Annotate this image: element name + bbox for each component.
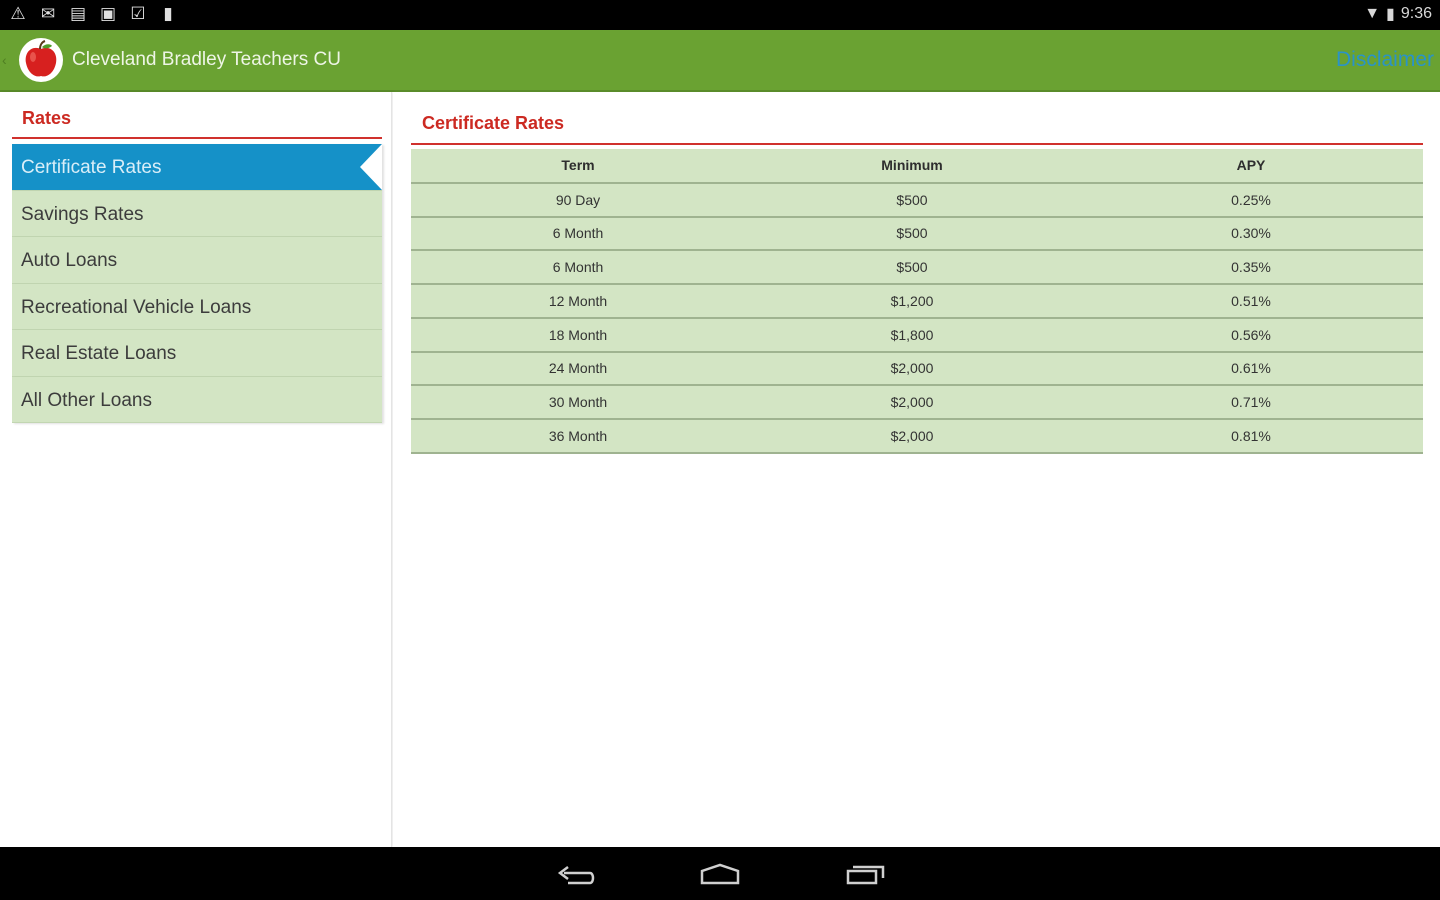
cell-apy: 0.61%: [1079, 351, 1423, 387]
cell-apy: 0.51%: [1079, 284, 1423, 319]
system-nav-bar: [0, 847, 1440, 900]
cell-term: 30 Month: [411, 385, 745, 420]
cell-apy: 0.71%: [1079, 385, 1423, 420]
apple-logo-icon[interactable]: [18, 37, 64, 83]
table-row: 6 Month $500 0.30%: [411, 216, 1423, 252]
cell-term: 6 Month: [411, 250, 745, 285]
cell-minimum: $2,000: [745, 419, 1079, 454]
cell-minimum: $500: [745, 216, 1079, 252]
cell-minimum: $500: [745, 250, 1079, 285]
battery-icon: ▮: [1386, 6, 1395, 23]
table-row: 6 Month $500 0.35%: [411, 250, 1423, 285]
selection-notch: [360, 144, 382, 190]
cell-term: 12 Month: [411, 284, 745, 319]
cell-apy: 0.25%: [1079, 182, 1423, 218]
sidebar-item-real-estate-loans[interactable]: Real Estate Loans: [12, 330, 382, 377]
cell-minimum: $2,000: [745, 351, 1079, 387]
rates-detail: Certificate Rates Term Minimum APY 90 Da…: [393, 92, 1440, 847]
recents-button[interactable]: [843, 859, 887, 889]
cell-term: 36 Month: [411, 419, 745, 454]
cell-minimum: $500: [745, 182, 1079, 218]
cell-apy: 0.35%: [1079, 250, 1423, 285]
table-row: 18 Month $1,800 0.56%: [411, 317, 1423, 353]
back-icon: [557, 866, 595, 885]
rates-nav-list: Certificate Rates Savings Rates Auto Loa…: [12, 144, 382, 423]
notification-icons: ⚠ ✉ ▤ ▣ ☑ ▮: [8, 4, 178, 24]
sidebar-item-label: All Other Loans: [21, 389, 152, 411]
cell-minimum: $2,000: [745, 385, 1079, 420]
home-icon: [700, 863, 740, 885]
sidebar-item-all-other-loans[interactable]: All Other Loans: [12, 376, 382, 423]
wifi-icon: ▼: [1364, 5, 1381, 22]
detail-header: Certificate Rates: [411, 110, 1423, 145]
sidebar-item-label: Real Estate Loans: [21, 343, 177, 364]
table-row: 30 Month $2,000 0.71%: [411, 385, 1423, 420]
detail-header-label: Certificate Rates: [422, 113, 565, 133]
cell-apy: 0.81%: [1079, 419, 1423, 454]
certificate-rates-table: Term Minimum APY 90 Day $500 0.25% 6 Mon…: [411, 149, 1423, 454]
home-button[interactable]: [698, 859, 742, 889]
sidebar-item-label: Certificate Rates: [21, 157, 162, 178]
recents-icon: [846, 865, 885, 885]
column-header-term: Term: [411, 149, 745, 184]
cell-apy: 0.56%: [1079, 317, 1423, 353]
disclaimer-button[interactable]: Disclaimer: [1336, 48, 1434, 72]
sidebar-header-label: Rates: [22, 108, 72, 128]
sidebar-item-recreational-vehicle-loans[interactable]: Recreational Vehicle Loans: [12, 283, 382, 330]
table-row: 24 Month $2,000 0.61%: [411, 351, 1423, 387]
system-status: ▼ ▮ 9:36: [1364, 4, 1432, 24]
back-button[interactable]: [554, 859, 598, 889]
app-title: Cleveland Bradley Teachers CU: [72, 49, 341, 70]
cell-term: 90 Day: [411, 182, 745, 218]
table-row: 36 Month $2,000 0.81%: [411, 419, 1423, 454]
table-header-row: Term Minimum APY: [411, 149, 1423, 184]
sidebar-item-label: Recreational Vehicle Loans: [21, 296, 252, 318]
rates-sidebar: Rates Certificate Rates Savings Rates Au…: [0, 92, 392, 847]
status-bar: ⚠ ✉ ▤ ▣ ☑ ▮ ▼ ▮ 9:36: [0, 0, 1440, 30]
cell-term: 18 Month: [411, 317, 745, 353]
table-row: 12 Month $1,200 0.51%: [411, 284, 1423, 319]
clock: 9:36: [1400, 5, 1432, 22]
sidebar-item-savings-rates[interactable]: Savings Rates: [12, 190, 382, 237]
sidebar-item-label: Auto Loans: [21, 250, 118, 271]
cell-minimum: $1,800: [745, 317, 1079, 353]
sidebar-item-auto-loans[interactable]: Auto Loans: [12, 237, 382, 284]
sidebar-item-certificate-rates[interactable]: Certificate Rates: [12, 144, 382, 191]
cell-term: 6 Month: [411, 216, 745, 252]
cell-term: 24 Month: [411, 351, 745, 387]
sidebar-header: Rates: [12, 105, 382, 139]
warning-icon: ⚠: [10, 4, 26, 23]
column-header-minimum: Minimum: [745, 149, 1079, 184]
note-icon: ▤: [69, 4, 87, 23]
app-bar: ‹ Cleveland Bradley Teachers CU Disclaim…: [0, 30, 1440, 92]
sd-card-icon: ▮: [163, 4, 173, 23]
cell-minimum: $1,200: [745, 284, 1079, 319]
table-row: 90 Day $500 0.25%: [411, 182, 1423, 218]
check-bag-icon: ☑: [130, 4, 146, 23]
sidebar-item-label: Savings Rates: [21, 203, 144, 225]
drawer-indicator-icon[interactable]: ‹: [2, 52, 8, 70]
mail-icon: ✉: [40, 4, 56, 23]
bag-icon: ▣: [99, 4, 117, 23]
cell-apy: 0.30%: [1079, 216, 1423, 252]
column-header-apy: APY: [1079, 149, 1423, 184]
